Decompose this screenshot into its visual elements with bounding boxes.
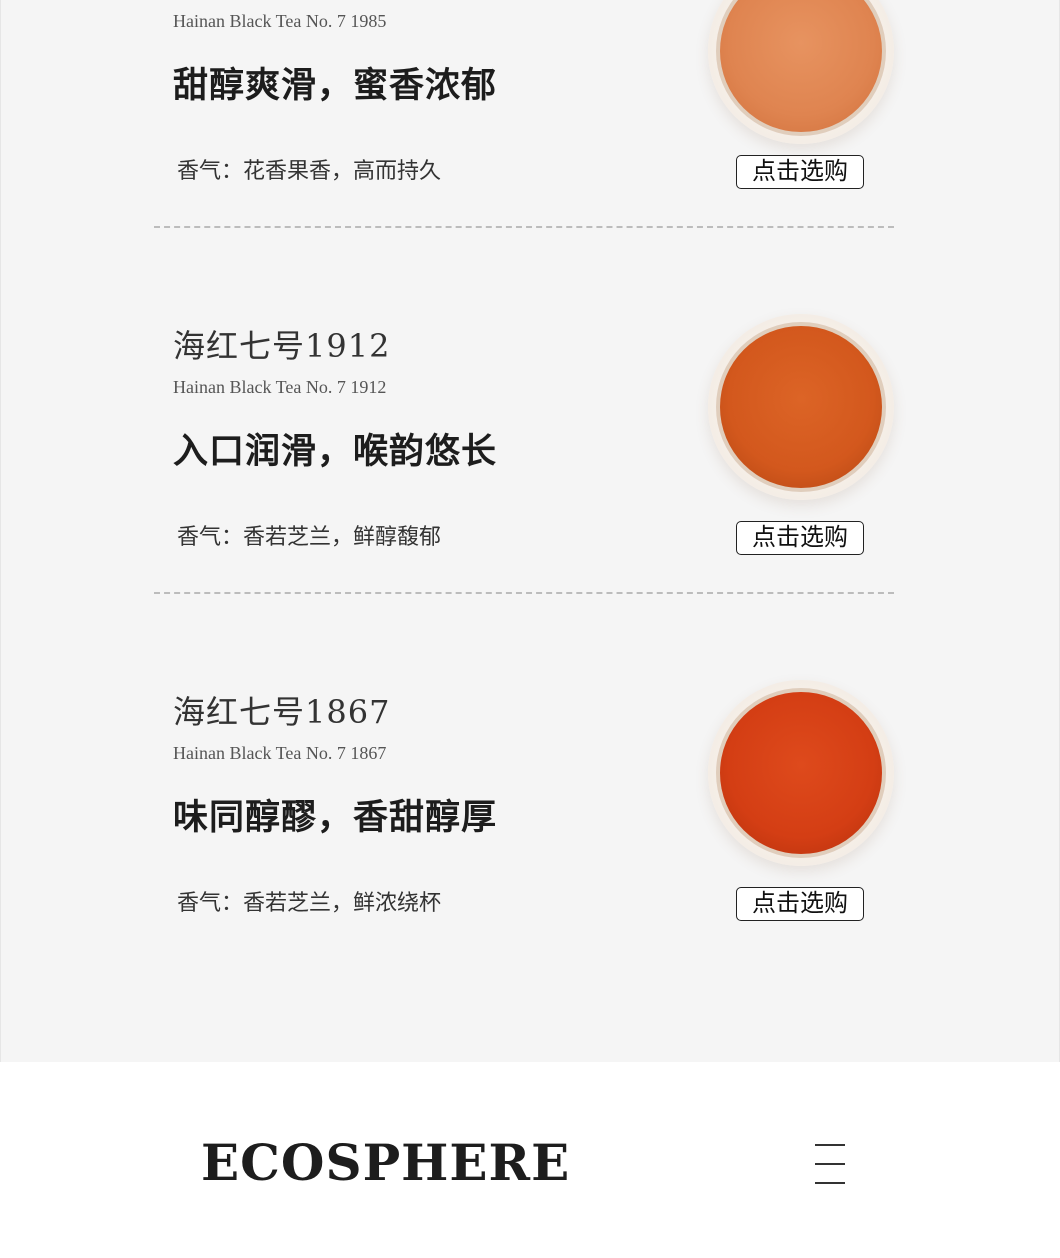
tea-cup-image — [708, 0, 894, 144]
tea-slogan: 入口润滑，喉韵悠长 — [173, 431, 498, 472]
buy-button[interactable]: 点击选购 — [736, 155, 864, 189]
product-list-panel: Hainan Black Tea No. 7 1985 甜醇爽滑，蜜香浓郁 香气… — [0, 0, 1060, 1062]
menu-button[interactable] — [808, 1138, 852, 1190]
product-card-1985: Hainan Black Tea No. 7 1985 甜醇爽滑，蜜香浓郁 香气… — [1, 0, 1060, 320]
tea-cup-image — [708, 680, 894, 866]
buy-button[interactable]: 点击选购 — [736, 887, 864, 921]
tea-english-name: Hainan Black Tea No. 7 1867 — [173, 743, 387, 763]
tea-cup-image — [708, 314, 894, 500]
tea-name: 海红七号1867 — [173, 693, 391, 731]
divider — [154, 592, 894, 594]
divider — [154, 226, 894, 228]
tea-liquid — [720, 692, 882, 854]
tea-aroma: 香气：花香果香，高而持久 — [177, 159, 442, 184]
tea-english-name: Hainan Black Tea No. 7 1912 — [173, 377, 387, 397]
tea-liquid — [720, 326, 882, 488]
product-card-1912: 海红七号1912 Hainan Black Tea No. 7 1912 入口润… — [1, 314, 1060, 686]
tea-english-name: Hainan Black Tea No. 7 1985 — [173, 11, 387, 31]
tea-slogan: 甜醇爽滑，蜜香浓郁 — [173, 65, 498, 106]
brand-logo-text[interactable]: ECOSPHERE — [201, 1133, 570, 1193]
tea-slogan: 味同醇醪，香甜醇厚 — [173, 797, 498, 838]
product-card-1867: 海红七号1867 Hainan Black Tea No. 7 1867 味同醇… — [1, 680, 1060, 1052]
buy-button[interactable]: 点击选购 — [736, 521, 864, 555]
tea-aroma: 香气：香若芝兰，鲜浓绕杯 — [177, 891, 442, 916]
tea-name: 海红七号1912 — [173, 327, 391, 365]
tea-aroma: 香气：香若芝兰，鲜醇馥郁 — [177, 525, 442, 550]
